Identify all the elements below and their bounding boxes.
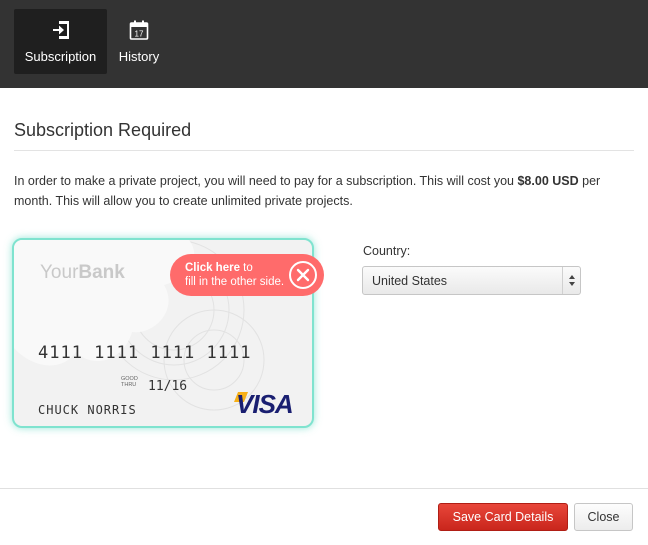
- card-number: 4111 1111 1111 1111: [38, 343, 252, 363]
- title-divider: [14, 150, 634, 151]
- tooltip-click-here: Click here: [185, 262, 240, 274]
- tab-subscription-label: Subscription: [24, 49, 97, 64]
- card-expiry: 11/16: [148, 379, 188, 394]
- description-text-pre: In order to make a private project, you …: [14, 174, 518, 188]
- tooltip-to: to: [239, 262, 253, 274]
- calendar-icon: 17: [129, 20, 149, 40]
- bank-name-bold: Bank: [78, 262, 125, 283]
- country-selected-value: United States: [372, 274, 448, 288]
- tooltip-line-2: fill in the other side.: [185, 276, 285, 288]
- save-card-details-button[interactable]: Save Card Details: [438, 503, 568, 531]
- visa-logo: VISA: [236, 389, 294, 419]
- subscription-price: $8.00 USD: [517, 174, 579, 188]
- close-circle-icon[interactable]: [288, 260, 318, 290]
- select-arrows: [562, 267, 580, 294]
- close-button[interactable]: Close: [574, 503, 633, 531]
- page-title: Subscription Required: [14, 120, 192, 140]
- tab-history[interactable]: 17 History: [110, 9, 168, 74]
- tab-subscription[interactable]: Subscription: [14, 9, 107, 74]
- flip-card-tooltip[interactable]: Click here to fill in the other side.: [170, 254, 324, 296]
- country-label: Country:: [363, 244, 411, 258]
- updown-arrows-icon: [569, 275, 575, 286]
- tab-history-label: History: [118, 49, 160, 64]
- footer-divider: [0, 488, 648, 489]
- good-thru-label: GOOD THRU: [121, 376, 138, 388]
- sign-in-icon: [52, 21, 69, 39]
- card-holder-name: CHUCK NORRIS: [38, 403, 137, 417]
- bank-name-light: Your: [40, 262, 79, 283]
- top-navbar: Subscription 17 History: [0, 0, 648, 88]
- calendar-day: 17: [135, 30, 144, 39]
- country-select[interactable]: United States: [362, 266, 581, 295]
- bank-name: YourBank: [40, 262, 125, 284]
- tooltip-line-1: Click here to: [185, 262, 253, 274]
- subscription-description: In order to make a private project, you …: [14, 171, 624, 211]
